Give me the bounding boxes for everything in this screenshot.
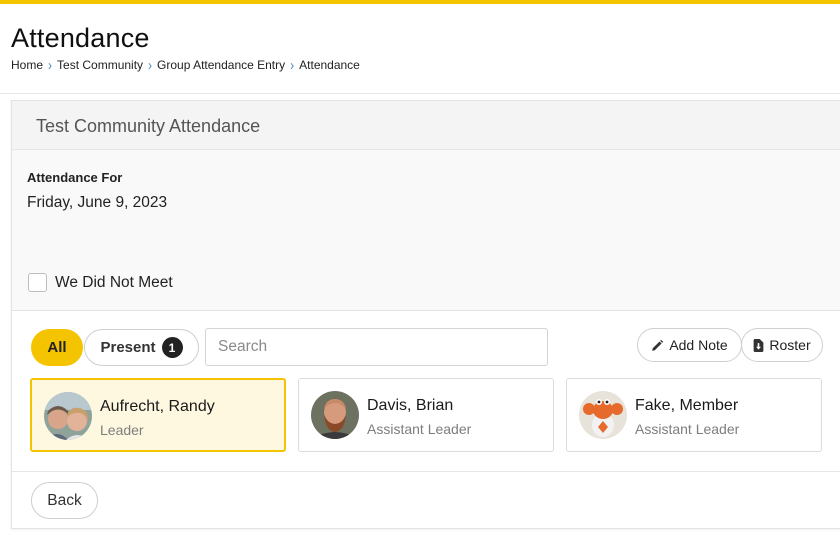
file-download-icon (754, 338, 764, 352)
filter-all-label: All (47, 339, 67, 356)
member-card[interactable]: Fake, Member Assistant Leader (566, 378, 822, 452)
chevron-right-icon: › (148, 56, 153, 74)
filter-all-button[interactable]: All (31, 329, 83, 366)
filter-toggle: All Present 1 (31, 328, 199, 367)
footer-divider (12, 471, 840, 472)
avatar (44, 392, 92, 440)
roster-label: Roster (769, 337, 811, 353)
header-divider (0, 93, 840, 94)
roster-button[interactable]: Roster (741, 328, 823, 362)
breadcrumb-group-attendance-entry[interactable]: Group Attendance Entry (157, 58, 285, 72)
filter-present-label: Present (100, 339, 156, 356)
page-title: Attendance (11, 23, 150, 53)
member-name: Aufrecht, Randy (100, 398, 215, 415)
chevron-right-icon: › (290, 56, 295, 74)
filter-present-button[interactable]: Present 1 (84, 329, 199, 366)
member-name: Fake, Member (635, 397, 739, 414)
pencil-icon (652, 339, 664, 351)
avatar (579, 391, 627, 439)
add-note-button[interactable]: Add Note (637, 328, 742, 362)
panel-title: Test Community Attendance (36, 116, 261, 136)
back-button[interactable]: Back (31, 482, 98, 519)
member-role: Assistant Leader (635, 421, 740, 437)
breadcrumb-home[interactable]: Home (11, 58, 43, 72)
add-note-label: Add Note (669, 337, 728, 353)
member-card[interactable]: Aufrecht, Randy Leader (30, 378, 286, 452)
breadcrumb-community[interactable]: Test Community (57, 58, 143, 72)
did-not-meet-label[interactable]: We Did Not Meet (55, 274, 173, 292)
attendance-panel: Test Community Attendance Attendance For… (11, 100, 840, 529)
member-card[interactable]: Davis, Brian Assistant Leader (298, 378, 554, 452)
member-role: Assistant Leader (367, 421, 472, 437)
attendance-date: Friday, June 9, 2023 (27, 194, 168, 211)
member-role: Leader (100, 422, 144, 438)
attendance-info: Attendance For Friday, June 9, 2023 We D… (12, 150, 840, 311)
chevron-right-icon: › (48, 56, 53, 74)
panel-header: Test Community Attendance (12, 101, 840, 150)
attendance-for-label: Attendance For (27, 170, 123, 185)
breadcrumb: Home › Test Community › Group Attendance… (11, 56, 360, 74)
present-count-badge: 1 (161, 337, 183, 358)
member-name: Davis, Brian (367, 397, 454, 414)
search-input[interactable] (205, 328, 548, 366)
avatar (311, 391, 359, 439)
breadcrumb-attendance: Attendance (299, 58, 360, 72)
did-not-meet-checkbox[interactable] (28, 273, 47, 292)
top-accent-bar (0, 0, 840, 4)
